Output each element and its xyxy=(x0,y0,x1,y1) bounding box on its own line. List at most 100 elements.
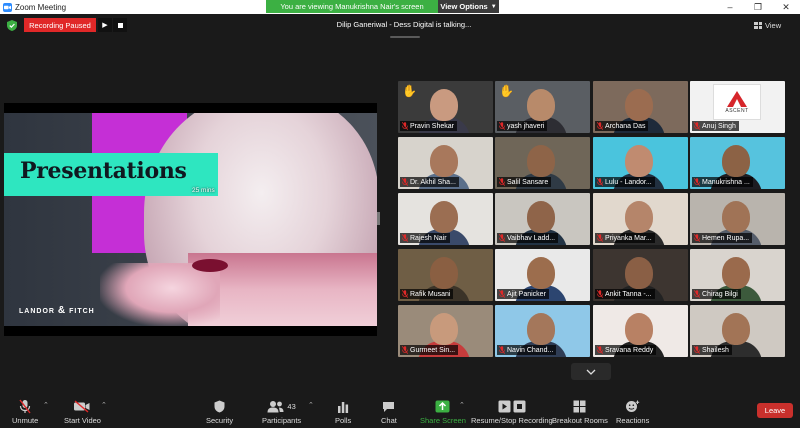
participant-name-label: Priyanka Mar... xyxy=(595,233,655,243)
window-controls: – ❐ ✕ xyxy=(716,0,800,14)
security-label: Security xyxy=(206,416,234,425)
participant-name: Priyanka Mar... xyxy=(605,234,652,242)
participants-button[interactable]: 43 Participants xyxy=(262,399,301,425)
mic-muted-icon xyxy=(19,399,31,414)
resume-recording-button[interactable]: ▶ xyxy=(98,18,112,32)
stop-recording-button[interactable] xyxy=(113,18,127,32)
share-screen-label: Share Screen xyxy=(420,416,466,425)
participant-tile[interactable]: Rajesh Nair xyxy=(398,193,493,245)
drag-handle[interactable] xyxy=(390,36,420,38)
share-options-caret[interactable]: ⌃ xyxy=(459,401,465,409)
participant-tile[interactable]: Vaibhav Ladd... xyxy=(495,193,590,245)
minimize-button[interactable]: – xyxy=(716,0,744,14)
chat-icon xyxy=(382,399,395,414)
mic-muted-icon xyxy=(499,178,505,186)
participant-name: Navin Chand... xyxy=(507,346,554,354)
slide-duration: 25 mins xyxy=(192,187,215,194)
screen-share-banner: You are viewing Manukrishna Nair's scree… xyxy=(266,0,499,13)
company-logo: ASCENT xyxy=(713,84,761,120)
close-button[interactable]: ✕ xyxy=(772,0,800,14)
participant-silhouette-head xyxy=(527,145,555,177)
participant-name: Ankit Tanna -... xyxy=(605,290,652,298)
record-label: Resume/Stop Recording xyxy=(471,416,553,425)
presentation-slide: Presentations 25 mins LANDOR & FITCH xyxy=(4,113,377,326)
resume-stop-recording-button[interactable]: Resume/Stop Recording xyxy=(471,399,553,425)
mic-muted-icon xyxy=(402,346,408,354)
participant-name: Salil Sansare xyxy=(507,178,549,186)
participant-silhouette-head xyxy=(722,257,750,289)
participant-silhouette-head xyxy=(430,313,458,345)
video-options-caret[interactable]: ⌃ xyxy=(101,401,107,409)
unmute-button[interactable]: Unmute xyxy=(12,399,38,425)
mic-muted-icon xyxy=(597,122,603,130)
participant-tile[interactable]: Sravana Reddy xyxy=(593,305,688,357)
shared-screen: Presentations 25 mins LANDOR & FITCH xyxy=(4,103,377,336)
participant-name: yash jhaveri xyxy=(507,122,545,130)
participant-tile[interactable]: Navin Chand... xyxy=(495,305,590,357)
participant-tile[interactable]: Ajit Panicker xyxy=(495,249,590,301)
participant-tile[interactable]: Ankit Tanna -... xyxy=(593,249,688,301)
participant-silhouette-head xyxy=(527,257,555,289)
participant-tile[interactable]: Rafik Musani xyxy=(398,249,493,301)
participant-tile[interactable]: Archana Das xyxy=(593,81,688,133)
participant-name-label: Rafik Musani xyxy=(400,289,454,299)
participant-name: Dr. Akhil Sha... xyxy=(410,178,456,186)
participant-tile[interactable]: Dr. Akhil Sha... xyxy=(398,137,493,189)
participant-name: Chirag Bilgi xyxy=(702,290,738,298)
participant-name: Archana Das xyxy=(605,122,646,130)
participants-options-caret[interactable]: ⌃ xyxy=(308,401,314,409)
participant-name-label: Lulu - Landor... xyxy=(595,177,655,187)
participant-tile[interactable]: Salil Sansare xyxy=(495,137,590,189)
mic-muted-icon xyxy=(499,234,505,242)
polls-button[interactable]: Polls xyxy=(335,399,351,425)
participant-name: Sravana Reddy xyxy=(605,346,654,354)
participant-tile[interactable]: Lulu - Landor... xyxy=(593,137,688,189)
participant-tile[interactable]: Gurmeet Sin... xyxy=(398,305,493,357)
participant-tile[interactable]: ✋ yash jhaveri xyxy=(495,81,590,133)
participant-silhouette-head xyxy=(430,145,458,177)
play-icon: ▶ xyxy=(102,22,108,29)
view-button[interactable]: View xyxy=(754,21,781,30)
reactions-button[interactable]: Reactions xyxy=(616,399,649,425)
share-screen-icon xyxy=(435,399,450,414)
breakout-label: Breakout Rooms xyxy=(552,416,608,425)
unmute-label: Unmute xyxy=(12,416,39,425)
participant-tile[interactable]: Manukrishna ... xyxy=(690,137,785,189)
gallery-next-page-button[interactable] xyxy=(571,363,611,380)
participant-silhouette-head xyxy=(625,89,653,121)
participant-tile[interactable]: ASCENT Anuj Singh xyxy=(690,81,785,133)
participant-name: Hemen Rupa... xyxy=(702,234,750,242)
start-video-button[interactable]: Start Video xyxy=(64,399,101,425)
chat-button[interactable]: Chat xyxy=(381,399,397,425)
mic-muted-icon xyxy=(597,178,603,186)
shield-check-icon[interactable] xyxy=(7,20,17,31)
breakout-rooms-icon xyxy=(573,399,586,414)
participant-name-label: Navin Chand... xyxy=(497,345,557,355)
participant-silhouette-head xyxy=(625,313,653,345)
participant-tile[interactable]: Shailesh xyxy=(690,305,785,357)
view-options-button[interactable]: View Options ▼ xyxy=(438,0,499,13)
security-button[interactable]: Security xyxy=(206,399,233,425)
mic-muted-icon xyxy=(694,290,700,298)
participant-name: Gurmeet Sin... xyxy=(410,346,456,354)
split-resize-handle[interactable] xyxy=(377,212,380,225)
participant-tile[interactable]: Chirag Bilgi xyxy=(690,249,785,301)
maximize-button[interactable]: ❐ xyxy=(744,0,772,14)
participant-name-label: Rajesh Nair xyxy=(400,233,450,243)
leave-meeting-button[interactable]: Leave xyxy=(757,403,793,418)
participant-silhouette-head xyxy=(722,145,750,177)
polls-icon xyxy=(337,399,349,414)
participant-tile[interactable]: ✋ Pravin Shekar xyxy=(398,81,493,133)
meeting-toolbar: Unmute ⌃ Start Video ⌃ Security 43 Parti… xyxy=(0,393,800,428)
participant-name-label: Vaibhav Ladd... xyxy=(497,233,559,243)
mic-muted-icon xyxy=(402,122,408,130)
recording-controls-icon xyxy=(498,399,526,414)
audio-options-caret[interactable]: ⌃ xyxy=(43,401,49,409)
participant-tile[interactable]: Priyanka Mar... xyxy=(593,193,688,245)
brand-amp: & xyxy=(57,305,67,316)
zoom-logo-icon xyxy=(3,2,12,12)
breakout-rooms-button[interactable]: Breakout Rooms xyxy=(552,399,608,425)
participant-silhouette-head xyxy=(527,313,555,345)
participant-tile[interactable]: Hemen Rupa... xyxy=(690,193,785,245)
participant-name-label: Pravin Shekar xyxy=(400,121,457,131)
